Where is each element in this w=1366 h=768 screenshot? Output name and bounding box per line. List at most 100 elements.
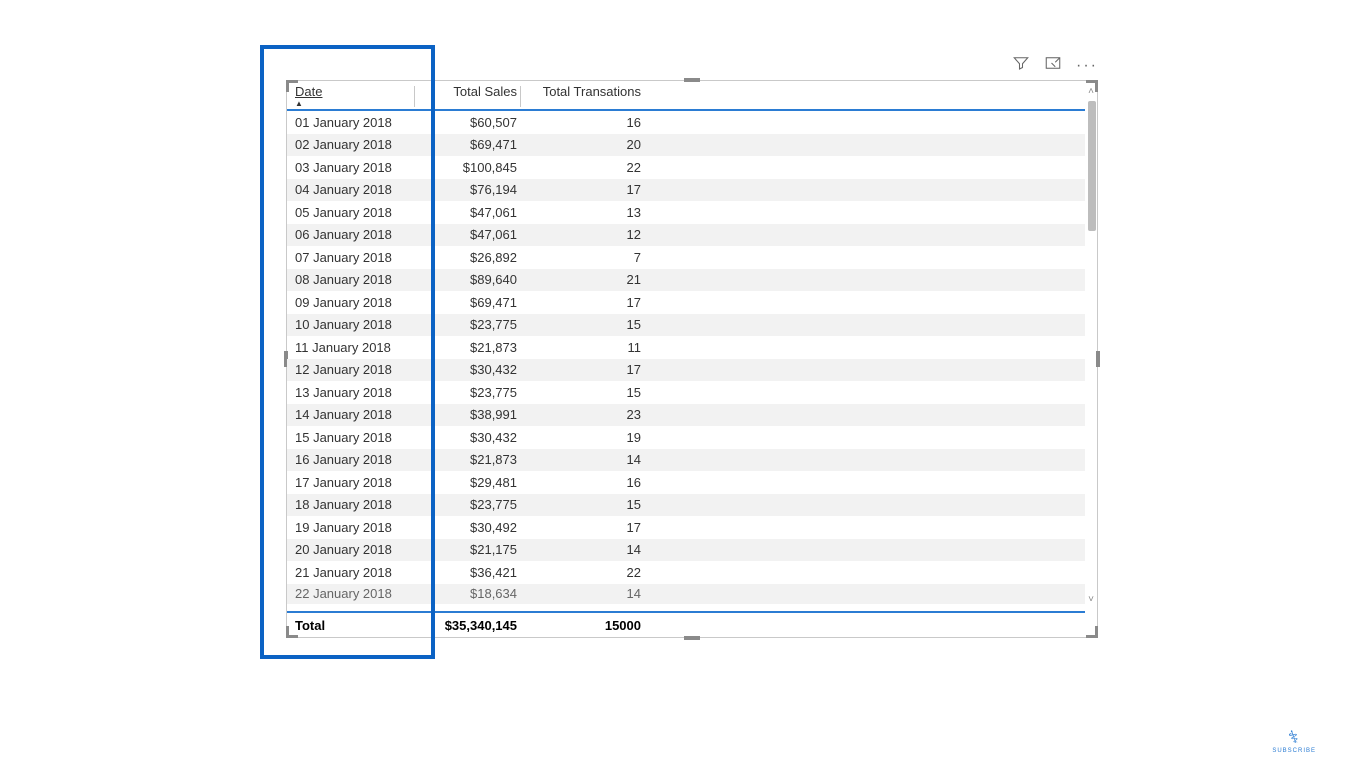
cell-trans: 17 — [521, 520, 645, 535]
cell-sales: $30,492 — [415, 520, 521, 535]
cell-date: 13 January 2018 — [287, 385, 415, 400]
total-transactions: 15000 — [521, 618, 645, 633]
cell-date: 05 January 2018 — [287, 205, 415, 220]
table-row[interactable]: 21 January 2018$36,42122 — [287, 561, 1085, 584]
cell-date: 15 January 2018 — [287, 430, 415, 445]
cell-trans: 15 — [521, 385, 645, 400]
table-header-row: Date ▲ Total Sales Total Transations — [287, 81, 1085, 111]
cell-sales: $26,892 — [415, 250, 521, 265]
cell-sales: $38,991 — [415, 407, 521, 422]
cell-date: 03 January 2018 — [287, 160, 415, 175]
cell-date: 08 January 2018 — [287, 272, 415, 287]
table-row[interactable]: 06 January 2018$47,06112 — [287, 224, 1085, 247]
column-header-sales-label: Total Sales — [453, 84, 517, 99]
cell-trans: 21 — [521, 272, 645, 287]
cell-trans: 17 — [521, 295, 645, 310]
cell-trans: 15 — [521, 317, 645, 332]
dna-icon: ⚕ — [1286, 726, 1303, 749]
table-row[interactable]: 01 January 2018$60,50716 — [287, 111, 1085, 134]
more-options-icon[interactable]: ··· — [1076, 58, 1098, 74]
cell-trans: 19 — [521, 430, 645, 445]
cell-trans: 17 — [521, 362, 645, 377]
cell-date: 09 January 2018 — [287, 295, 415, 310]
table-row[interactable]: 15 January 2018$30,43219 — [287, 426, 1085, 449]
table-row[interactable]: 02 January 2018$69,47120 — [287, 134, 1085, 157]
table-row[interactable]: 18 January 2018$23,77515 — [287, 494, 1085, 517]
column-header-date-label: Date — [295, 84, 322, 99]
visual-header-toolbar: ··· — [1012, 54, 1098, 77]
cell-trans: 14 — [521, 586, 645, 601]
sort-ascending-icon: ▲ — [295, 99, 303, 108]
cell-date: 19 January 2018 — [287, 520, 415, 535]
vertical-scrollbar[interactable]: ˄ ˅ — [1085, 81, 1097, 637]
cell-trans: 7 — [521, 250, 645, 265]
filter-icon[interactable] — [1012, 54, 1030, 77]
table-row[interactable]: 11 January 2018$21,87311 — [287, 336, 1085, 359]
table-row[interactable]: 13 January 2018$23,77515 — [287, 381, 1085, 404]
column-header-trans-label: Total Transations — [543, 84, 641, 99]
cell-date: 17 January 2018 — [287, 475, 415, 490]
cell-date: 22 January 2018 — [287, 586, 415, 601]
cell-date: 04 January 2018 — [287, 182, 415, 197]
table-row[interactable]: 22 January 2018$18,63414 — [287, 584, 1085, 604]
cell-trans: 11 — [521, 340, 645, 355]
table-row[interactable]: 14 January 2018$38,99123 — [287, 404, 1085, 427]
cell-trans: 22 — [521, 160, 645, 175]
table-row[interactable]: 10 January 2018$23,77515 — [287, 314, 1085, 337]
cell-sales: $29,481 — [415, 475, 521, 490]
table-row[interactable]: 12 January 2018$30,43217 — [287, 359, 1085, 382]
table-row[interactable]: 19 January 2018$30,49217 — [287, 516, 1085, 539]
focus-mode-icon[interactable] — [1044, 54, 1062, 77]
cell-date: 01 January 2018 — [287, 115, 415, 130]
table-row[interactable]: 17 January 2018$29,48116 — [287, 471, 1085, 494]
table-visual[interactable]: Date ▲ Total Sales Total Transations 01 … — [286, 80, 1098, 638]
column-header-date[interactable]: Date ▲ — [287, 84, 415, 109]
cell-date: 02 January 2018 — [287, 137, 415, 152]
scroll-down-icon[interactable]: ˅ — [1085, 593, 1097, 607]
cell-trans: 15 — [521, 497, 645, 512]
table-total-row: Total $35,340,145 15000 — [287, 611, 1085, 637]
scroll-thumb[interactable] — [1088, 101, 1096, 231]
cell-trans: 16 — [521, 115, 645, 130]
cell-trans: 12 — [521, 227, 645, 242]
cell-sales: $69,471 — [415, 295, 521, 310]
cell-sales: $47,061 — [415, 227, 521, 242]
total-label: Total — [287, 618, 415, 633]
cell-trans: 22 — [521, 565, 645, 580]
table-row[interactable]: 09 January 2018$69,47117 — [287, 291, 1085, 314]
table-row[interactable]: 03 January 2018$100,84522 — [287, 156, 1085, 179]
table-row[interactable]: 16 January 2018$21,87314 — [287, 449, 1085, 472]
cell-date: 18 January 2018 — [287, 497, 415, 512]
table-row[interactable]: 07 January 2018$26,8927 — [287, 246, 1085, 269]
cell-date: 21 January 2018 — [287, 565, 415, 580]
cell-sales: $23,775 — [415, 497, 521, 512]
table-row[interactable]: 05 January 2018$47,06113 — [287, 201, 1085, 224]
cell-sales: $47,061 — [415, 205, 521, 220]
cell-sales: $18,634 — [415, 586, 521, 601]
cell-trans: 17 — [521, 182, 645, 197]
cell-date: 16 January 2018 — [287, 452, 415, 467]
cell-trans: 23 — [521, 407, 645, 422]
column-header-total-transactions[interactable]: Total Transations — [521, 84, 645, 109]
cell-sales: $21,175 — [415, 542, 521, 557]
table-row[interactable]: 20 January 2018$21,17514 — [287, 539, 1085, 562]
cell-trans: 14 — [521, 452, 645, 467]
cell-trans: 13 — [521, 205, 645, 220]
cell-trans: 16 — [521, 475, 645, 490]
cell-sales: $21,873 — [415, 340, 521, 355]
cell-sales: $30,432 — [415, 430, 521, 445]
cell-sales: $100,845 — [415, 160, 521, 175]
watermark-label: SUBSCRIBE — [1272, 748, 1316, 754]
cell-date: 06 January 2018 — [287, 227, 415, 242]
cell-trans: 14 — [521, 542, 645, 557]
column-header-total-sales[interactable]: Total Sales — [415, 84, 521, 109]
table-row[interactable]: 04 January 2018$76,19417 — [287, 179, 1085, 202]
table-body: 01 January 2018$60,5071602 January 2018$… — [287, 111, 1085, 611]
cell-date: 14 January 2018 — [287, 407, 415, 422]
cell-trans: 20 — [521, 137, 645, 152]
cell-sales: $30,432 — [415, 362, 521, 377]
table-row[interactable]: 08 January 2018$89,64021 — [287, 269, 1085, 292]
scroll-up-icon[interactable]: ˄ — [1085, 85, 1097, 99]
cell-sales: $21,873 — [415, 452, 521, 467]
cell-sales: $60,507 — [415, 115, 521, 130]
